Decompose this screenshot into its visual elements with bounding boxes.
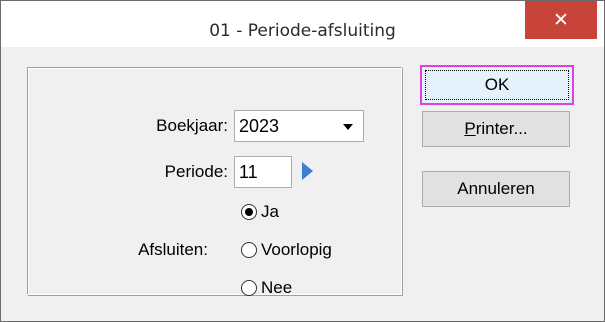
boekjaar-dropdown[interactable]: 2023 (234, 110, 364, 142)
window-title: 01 - Periode-afsluiting (209, 21, 396, 41)
close-icon: ✕ (553, 9, 569, 31)
boekjaar-label: Boekjaar: (156, 116, 228, 135)
printer-label: rinter... (475, 119, 528, 138)
radio-nee-label: Nee (261, 278, 293, 297)
radio-unchecked-icon[interactable] (241, 242, 257, 258)
radio-checked-icon[interactable] (241, 204, 257, 220)
cancel-button[interactable]: Annuleren (422, 171, 570, 207)
close-button[interactable]: ✕ (525, 1, 597, 39)
radio-ja-label: Ja (261, 202, 279, 221)
ok-button[interactable]: OK (420, 65, 574, 105)
afsluiten-label: Afsluiten: (138, 240, 208, 259)
printer-button[interactable]: Printer... (422, 111, 570, 147)
settings-groupbox: Boekjaar: 2023 Periode: 11 Ja Afsluiten:… (27, 67, 402, 297)
radio-nee[interactable]: Nee (241, 276, 292, 300)
periode-value: 11 (239, 162, 258, 182)
radio-ja[interactable]: Ja (241, 200, 279, 224)
radio-voorlopig[interactable]: Voorlopig (241, 238, 332, 262)
radio-voorlopig-label: Voorlopig (261, 240, 332, 259)
periode-input[interactable]: 11 (234, 156, 292, 188)
periode-next-arrow-icon[interactable] (302, 162, 313, 180)
radio-unchecked-icon[interactable] (241, 280, 257, 296)
dialog-window: 01 - Periode-afsluiting ✕ Boekjaar: 2023… (0, 0, 605, 322)
periode-label: Periode: (164, 162, 228, 181)
printer-accelerator: P (464, 119, 476, 138)
title-bar: 01 - Periode-afsluiting ✕ (1, 1, 604, 47)
chevron-down-icon[interactable] (343, 124, 353, 130)
cancel-label: Annuleren (457, 179, 535, 198)
boekjaar-value: 2023 (239, 116, 280, 136)
dialog-body: Boekjaar: 2023 Periode: 11 Ja Afsluiten:… (10, 47, 596, 313)
focus-rectangle (425, 70, 569, 100)
